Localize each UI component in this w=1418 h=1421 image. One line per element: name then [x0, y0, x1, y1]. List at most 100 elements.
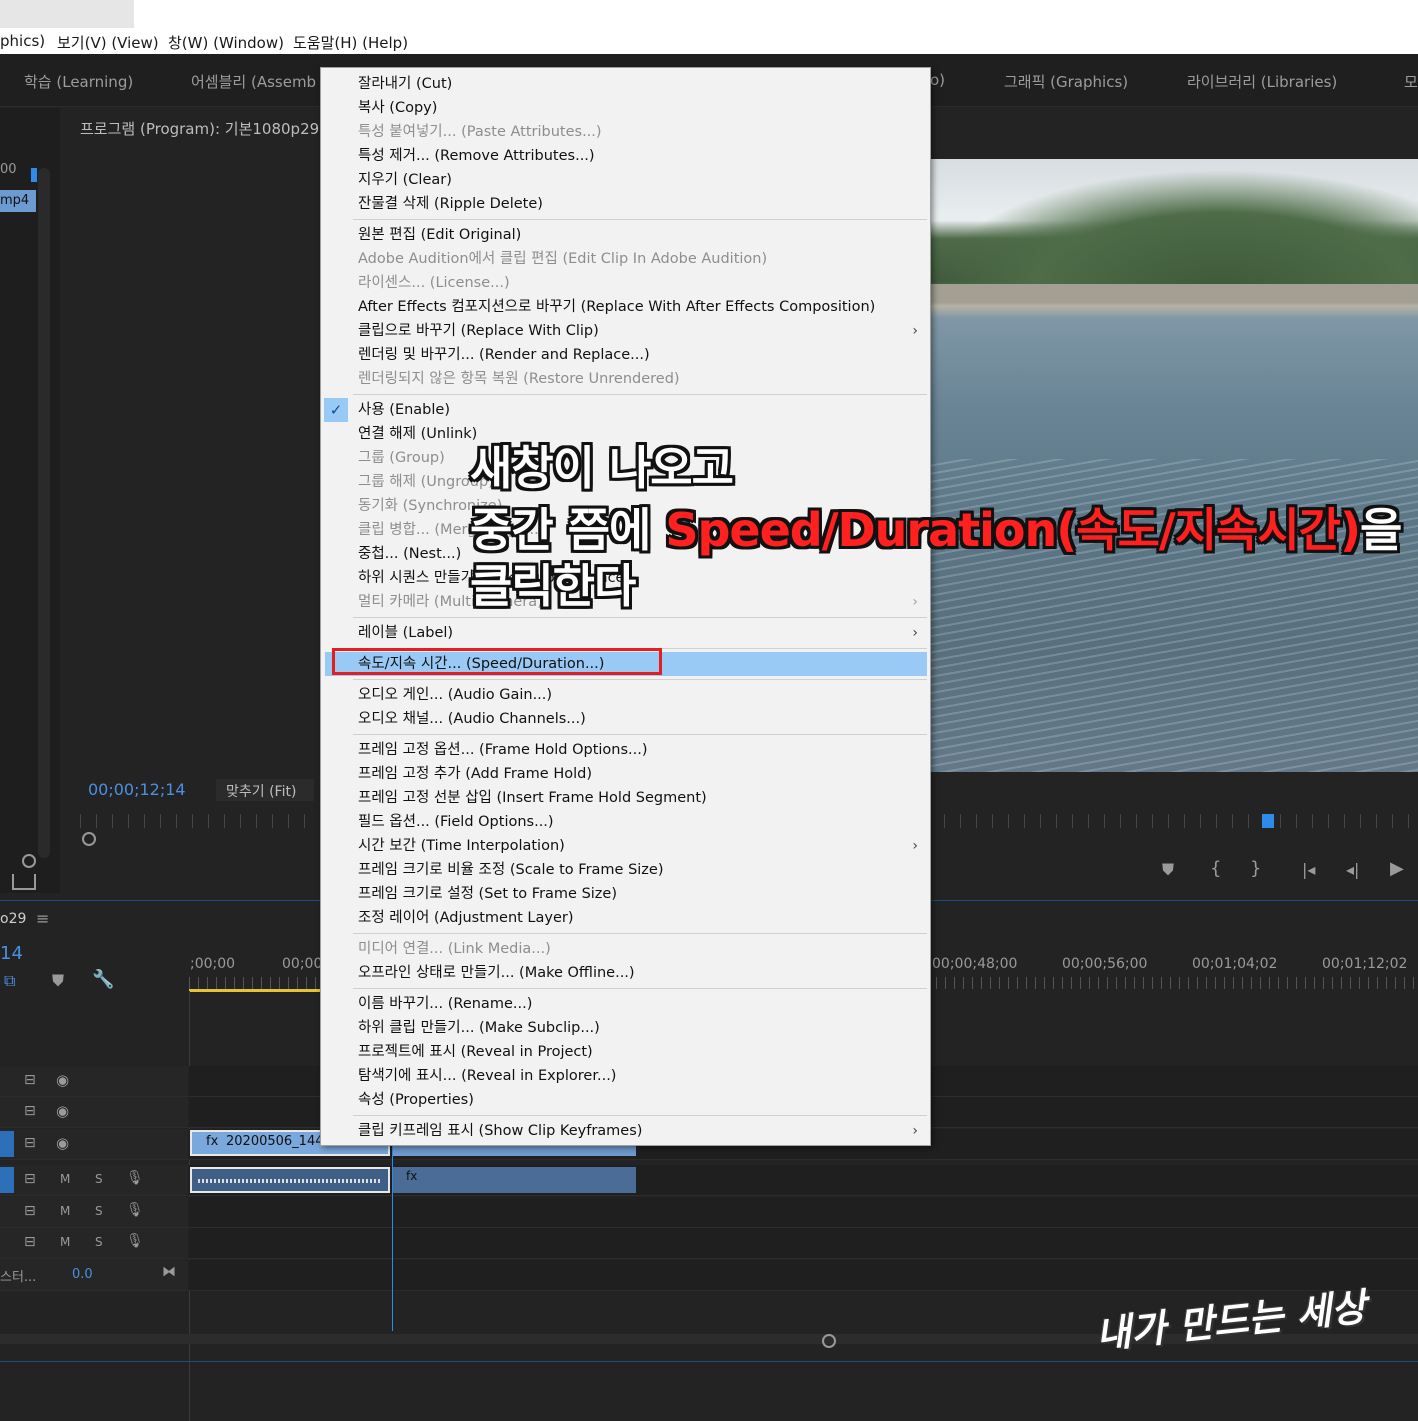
- menu-item-label: 필드 옵션... (Field Options...): [358, 814, 554, 830]
- menu-item-0-5[interactable]: 잔물결 삭제 (Ripple Delete): [321, 192, 930, 216]
- audio-clip[interactable]: fx: [392, 1167, 636, 1193]
- menu-item-8-1[interactable]: 하위 클립 만들기... (Make Subclip...): [321, 1016, 930, 1040]
- menu-item-0-0[interactable]: 잘라내기 (Cut): [321, 72, 930, 96]
- menu-item-6-2[interactable]: 프레임 고정 선분 삽입 (Insert Frame Hold Segment): [321, 786, 930, 810]
- fit-dropdown[interactable]: 맞추기 (Fit): [216, 779, 314, 801]
- menu-item-8-2[interactable]: 프로젝트에 표시 (Reveal in Project): [321, 1040, 930, 1064]
- menu-item-label: 속성 (Properties): [358, 1092, 474, 1108]
- eye-icon[interactable]: ◉: [56, 1134, 69, 1152]
- zoom-handle-icon[interactable]: [22, 854, 36, 868]
- timeline-timecode[interactable]: 14: [0, 943, 23, 964]
- sequence-tab[interactable]: o29: [0, 911, 26, 927]
- menu-item-8-0[interactable]: 이름 바꾸기... (Rename...): [321, 992, 930, 1016]
- panel-menu-icon[interactable]: ≡: [36, 909, 49, 928]
- menu-item-7-1[interactable]: 오프라인 상태로 만들기... (Make Offline...): [321, 961, 930, 985]
- menu-window[interactable]: 창(W) (Window): [168, 32, 284, 53]
- lane-master[interactable]: [189, 1260, 1418, 1291]
- settings-wrench-icon[interactable]: 🔧: [92, 969, 114, 990]
- menu-view[interactable]: 보기(V) (View): [57, 32, 159, 53]
- lane-a3[interactable]: [189, 1228, 1418, 1259]
- menu-item-6-7[interactable]: 조정 레이어 (Adjustment Layer): [321, 906, 930, 930]
- tab-libraries[interactable]: 라이브러리 (Libraries): [1187, 71, 1337, 92]
- track-output-icon[interactable]: ⊟: [24, 1234, 36, 1250]
- lane-a2[interactable]: [189, 1197, 1418, 1228]
- eye-icon[interactable]: ◉: [56, 1071, 69, 1089]
- mic-icon[interactable]: 🎙: [126, 1170, 144, 1186]
- track-output-icon[interactable]: ⊟: [24, 1203, 36, 1219]
- track-header-v1[interactable]: ⊟ ◉: [0, 1129, 188, 1160]
- solo-button[interactable]: S: [95, 1204, 103, 1218]
- scrollbar[interactable]: [38, 168, 50, 858]
- snap-icon[interactable]: ⧉: [4, 971, 15, 991]
- track-output-icon[interactable]: ⊟: [24, 1171, 36, 1187]
- menu-item-label: 탐색기에 표시... (Reveal in Explorer...): [358, 1068, 617, 1084]
- menu-item-6-3[interactable]: 필드 옵션... (Field Options...): [321, 810, 930, 834]
- source-clip[interactable]: mp4: [0, 190, 36, 212]
- menu-item-3-0[interactable]: 레이블 (Label) ›: [321, 621, 930, 645]
- marker-icon[interactable]: ⛊: [1162, 860, 1174, 880]
- work-area-bar[interactable]: [189, 989, 321, 992]
- solo-button[interactable]: S: [95, 1235, 103, 1249]
- scroll-handle-icon[interactable]: [822, 1334, 836, 1348]
- tab-assembly[interactable]: 어셈블리 (Assemb: [191, 71, 316, 92]
- mute-button[interactable]: M: [60, 1172, 70, 1186]
- track-output-icon[interactable]: ⊟: [24, 1072, 36, 1088]
- track-header-a1[interactable]: ⊟ M S 🎙: [0, 1165, 188, 1196]
- audio-clip-selected[interactable]: [190, 1167, 390, 1193]
- menu-item-1-0[interactable]: 원본 편집 (Edit Original): [321, 223, 930, 247]
- menu-separator: [353, 219, 927, 220]
- menu-item-5-1[interactable]: 오디오 채널... (Audio Channels...): [321, 707, 930, 731]
- track-header-master[interactable]: 스터... 0.0 ⧓: [0, 1260, 188, 1291]
- mark-in-icon[interactable]: {: [1210, 858, 1221, 879]
- eye-icon[interactable]: ◉: [56, 1102, 69, 1120]
- track-header-a2[interactable]: ⊟ M S 🎙: [0, 1197, 188, 1228]
- menu-item-0-3[interactable]: 특성 제거... (Remove Attributes...): [321, 144, 930, 168]
- zoom-start-handle-icon[interactable]: [82, 832, 96, 846]
- menu-item-1-3[interactable]: After Effects 컴포지션으로 바꾸기 (Replace With A…: [321, 295, 930, 319]
- menu-item-6-6[interactable]: 프레임 크기로 설정 (Set to Frame Size): [321, 882, 930, 906]
- export-icon[interactable]: [12, 874, 36, 890]
- track-output-icon[interactable]: ⊟: [24, 1135, 36, 1151]
- tab-learning[interactable]: 학습 (Learning): [24, 71, 133, 92]
- master-toggle-icon[interactable]: ⧓: [162, 1264, 176, 1280]
- menu-graphics[interactable]: phics): [0, 32, 45, 50]
- go-to-in-icon[interactable]: |◂: [1302, 860, 1315, 879]
- mic-icon[interactable]: 🎙: [126, 1233, 144, 1249]
- menu-item-6-0[interactable]: 프레임 고정 옵션... (Frame Hold Options...): [321, 738, 930, 762]
- menu-item-8-4[interactable]: 속성 (Properties): [321, 1088, 930, 1112]
- tab-audio[interactable]: o): [930, 71, 945, 89]
- track-target[interactable]: [0, 1167, 14, 1193]
- track-header-a3[interactable]: ⊟ M S 🎙: [0, 1228, 188, 1259]
- playhead-marker[interactable]: [31, 168, 37, 182]
- mute-button[interactable]: M: [60, 1204, 70, 1218]
- track-output-icon[interactable]: ⊟: [24, 1103, 36, 1119]
- menu-item-6-4[interactable]: 시간 보간 (Time Interpolation) ›: [321, 834, 930, 858]
- solo-button[interactable]: S: [95, 1172, 103, 1186]
- mute-button[interactable]: M: [60, 1235, 70, 1249]
- menu-item-1-5[interactable]: 렌더링 및 바꾸기... (Render and Replace...): [321, 343, 930, 367]
- tab-more[interactable]: 모: [1404, 71, 1418, 92]
- mark-out-icon[interactable]: }: [1250, 858, 1261, 879]
- track-header-v2[interactable]: ⊟ ◉: [0, 1097, 188, 1128]
- add-marker-icon[interactable]: ⛊: [52, 971, 64, 991]
- menu-item-0-4[interactable]: 지우기 (Clear): [321, 168, 930, 192]
- step-back-icon[interactable]: ◂|: [1346, 860, 1359, 879]
- menu-item-8-3[interactable]: 탐색기에 표시... (Reveal in Explorer...): [321, 1064, 930, 1088]
- menu-item-5-0[interactable]: 오디오 게인... (Audio Gain...): [321, 683, 930, 707]
- menu-item-0-1[interactable]: 복사 (Copy): [321, 96, 930, 120]
- play-icon[interactable]: ▶: [1390, 858, 1404, 879]
- program-playhead[interactable]: [1262, 814, 1274, 828]
- track-header-v3[interactable]: ⊟ ◉: [0, 1066, 188, 1097]
- menu-item-9-0[interactable]: 클립 키프레임 표시 (Show Clip Keyframes) ›: [321, 1119, 930, 1143]
- tab-graphics[interactable]: 그래픽 (Graphics): [1004, 71, 1128, 92]
- program-timecode[interactable]: 00;00;12;14: [88, 780, 186, 799]
- menu-help[interactable]: 도움말(H) (Help): [293, 32, 408, 53]
- menu-item-6-1[interactable]: 프레임 고정 추가 (Add Frame Hold): [321, 762, 930, 786]
- menu-item-6-5[interactable]: 프레임 크기로 비율 조정 (Scale to Frame Size): [321, 858, 930, 882]
- menu-item-1-4[interactable]: 클립으로 바꾸기 (Replace With Clip) ›: [321, 319, 930, 343]
- menu-item-2-0[interactable]: ✓ 사용 (Enable): [321, 398, 930, 422]
- track-target[interactable]: [0, 1131, 14, 1157]
- mic-icon[interactable]: 🎙: [126, 1202, 144, 1218]
- menu-item-label: 특성 붙여넣기... (Paste Attributes...): [358, 124, 602, 140]
- master-value[interactable]: 0.0: [72, 1267, 93, 1282]
